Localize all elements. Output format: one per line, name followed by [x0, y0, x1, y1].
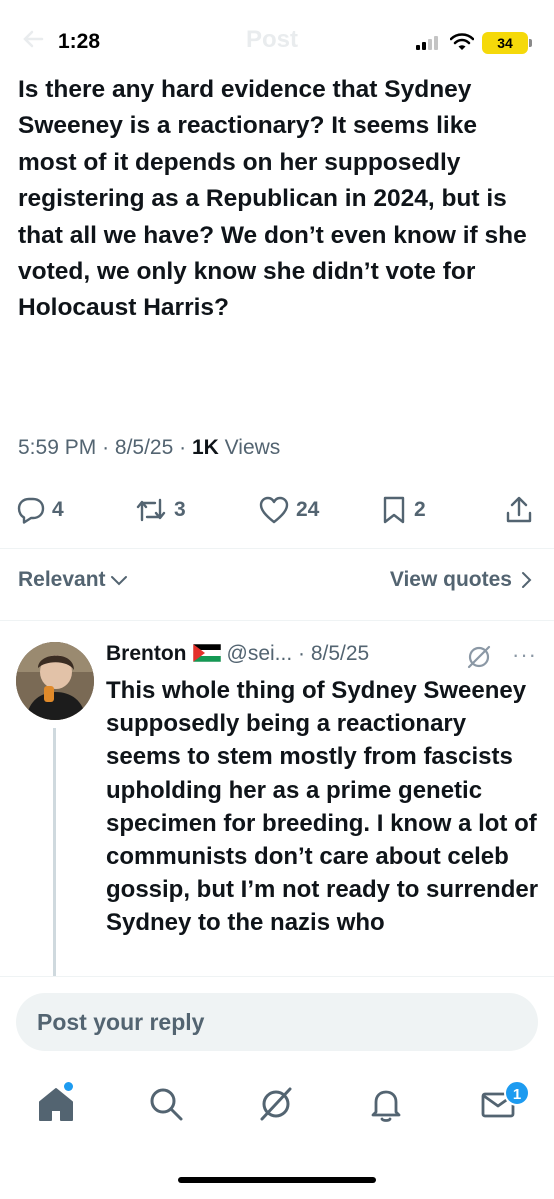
search-icon: [150, 1088, 183, 1121]
meta-separator: ·: [102, 436, 115, 459]
home-indicator: [178, 1177, 376, 1183]
meta-separator: ·: [179, 436, 192, 459]
sort-dropdown[interactable]: Relevant: [18, 568, 128, 592]
tab-messages[interactable]: 1: [478, 1080, 530, 1128]
tweet-meta: 5:59 PM · 8/5/25 · 1K Views: [18, 436, 280, 460]
reply-count: 4: [52, 498, 64, 521]
tweet-time: 5:59 PM: [18, 436, 97, 459]
share-icon: [506, 496, 532, 523]
tab-search[interactable]: [146, 1084, 190, 1128]
divider: [0, 620, 554, 621]
avatar-image: [16, 642, 94, 720]
sort-label: Relevant: [18, 568, 106, 591]
messages-badge: 1: [504, 1080, 530, 1106]
status-bar: Post 1:28 34: [0, 0, 554, 72]
thread-line: [53, 728, 56, 978]
like-count: 24: [296, 498, 320, 521]
tab-notifications[interactable]: [366, 1084, 410, 1128]
bell-icon: [371, 1090, 401, 1122]
home-notification-dot: [64, 1082, 73, 1091]
reply-author-name[interactable]: Brenton: [106, 642, 187, 665]
tweet-date: 8/5/25: [114, 436, 174, 459]
bookmark-icon: [383, 496, 405, 524]
views-count: 1K: [191, 436, 219, 459]
repost-count: 3: [174, 498, 186, 521]
palestine-flag-icon: [192, 644, 221, 662]
chevron-down-icon: [110, 576, 127, 586]
replies-filter-row: Relevant View quotes: [0, 560, 554, 600]
bookmark-count: 2: [414, 498, 426, 521]
chevron-right-icon: [522, 572, 532, 588]
reply-composer: Post your reply: [0, 976, 554, 1064]
view-quotes-label: View quotes: [389, 568, 512, 591]
more-options-icon[interactable]: ···: [512, 642, 537, 668]
clock: 1:28: [58, 30, 101, 53]
grok-icon[interactable]: [466, 644, 492, 670]
comment-icon: [17, 497, 45, 524]
share-button[interactable]: [504, 488, 534, 532]
views-label: Views: [224, 436, 281, 459]
repost-button[interactable]: 3: [134, 488, 186, 532]
avatar[interactable]: [16, 642, 94, 720]
reply-date: · 8/5/25: [298, 642, 370, 665]
battery-indicator: 34: [482, 32, 532, 54]
heart-icon: [259, 496, 289, 524]
divider: [0, 548, 554, 549]
tab-grok[interactable]: [256, 1084, 300, 1128]
signal-icon: [416, 36, 442, 50]
reply-button[interactable]: 4: [16, 488, 64, 532]
tab-home[interactable]: [36, 1082, 80, 1128]
grok-icon: [260, 1087, 292, 1121]
wifi-icon: [450, 33, 474, 50]
page-title: Post: [246, 26, 299, 53]
back-arrow-icon[interactable]: [22, 28, 44, 50]
like-button[interactable]: 24: [258, 488, 319, 532]
reply-text: This whole thing of Sydney Sweeney suppo…: [106, 677, 539, 937]
repost-icon: [136, 498, 166, 522]
tweet-actions: 4 3 24 2: [0, 488, 554, 532]
view-quotes-link[interactable]: View quotes: [390, 568, 532, 592]
reply-author-handle[interactable]: @sei...: [227, 642, 293, 665]
reply-input[interactable]: Post your reply: [16, 993, 538, 1051]
battery-level: 34: [497, 35, 513, 51]
tweet-text: Is there any hard evidence that Sydney S…: [18, 76, 527, 322]
bookmark-button[interactable]: 2: [380, 488, 426, 532]
reply-header: Brenton @sei... · 8/5/25 ···: [106, 642, 546, 672]
